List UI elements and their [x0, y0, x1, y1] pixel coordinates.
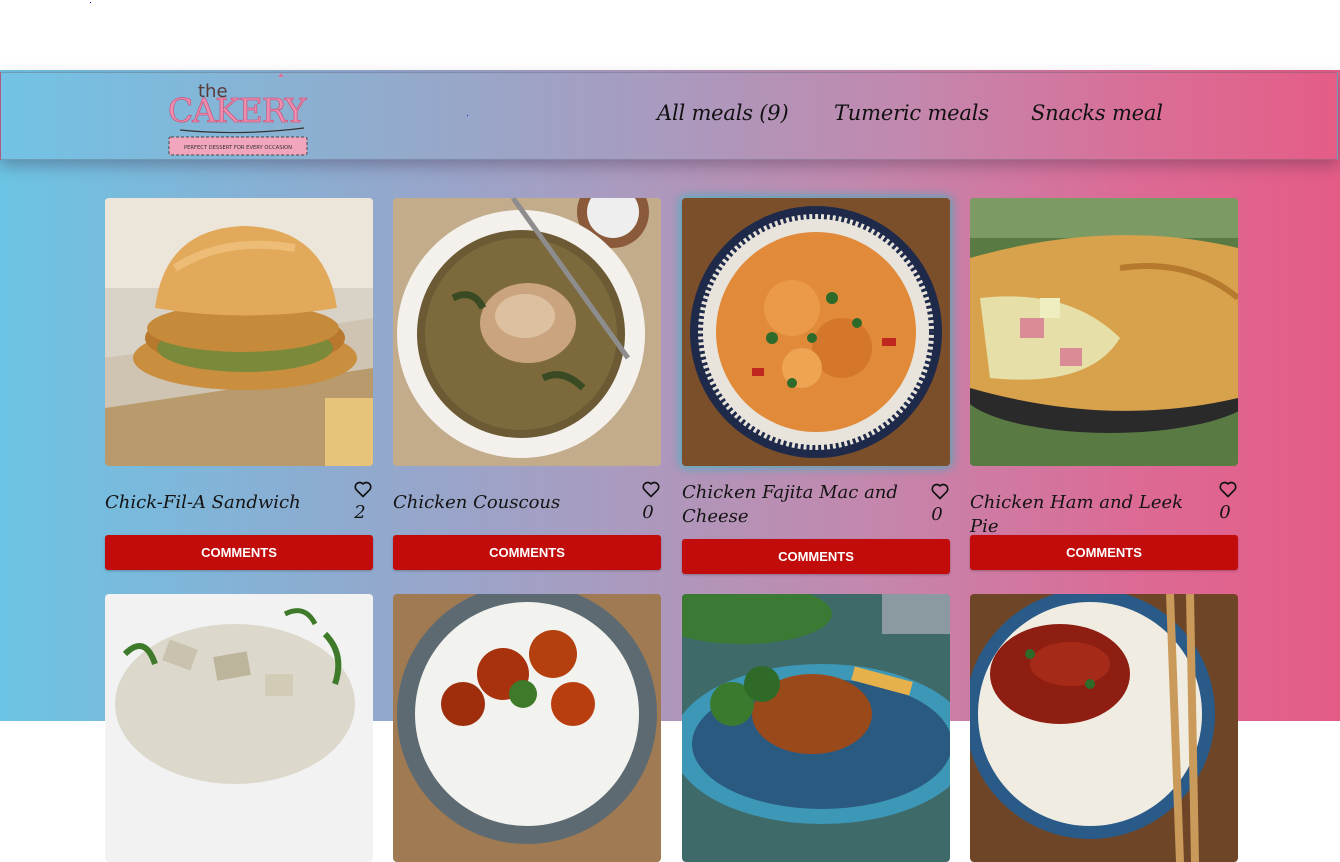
stray-pixel — [90, 2, 91, 3]
comments-button[interactable]: COMMENTS — [970, 535, 1238, 570]
heart-icon[interactable] — [353, 479, 373, 499]
comments-button[interactable]: COMMENTS — [105, 535, 373, 570]
meal-title: Chicken Fajita Mac and Cheese — [682, 482, 898, 527]
meal-card — [105, 594, 373, 862]
heart-icon[interactable] — [930, 481, 950, 501]
meal-card — [393, 594, 661, 862]
nav-snacks-meal[interactable]: Snacks meal — [1031, 101, 1163, 125]
meal-image-fajita-mac-and-cheese[interactable] — [682, 198, 950, 466]
meal-image-chicken-salad[interactable] — [105, 594, 373, 862]
meal-image-chicken-broccoli-plate[interactable] — [682, 594, 950, 862]
like-count: 0 — [1219, 502, 1231, 523]
meal-card — [970, 594, 1238, 862]
meal-card: Chick-Fil-A Sandwich 2 COMMENTS — [105, 198, 373, 570]
main-section: the CAKERY PERFECT DESSERT FOR EVERY OCC… — [0, 70, 1340, 862]
like-count: 0 — [642, 502, 654, 523]
meal-image-glazed-chicken-rice[interactable] — [393, 594, 661, 862]
cakery-logo[interactable]: the CAKERY PERFECT DESSERT FOR EVERY OCC… — [166, 73, 316, 161]
meal-title: Chicken Ham and Leek Pie — [970, 492, 1184, 537]
meal-card: Chicken Ham and Leek Pie 0 COMMENTS — [970, 198, 1238, 570]
comments-button[interactable]: COMMENTS — [393, 535, 661, 570]
like-count: 2 — [354, 502, 366, 523]
like-count: 0 — [931, 504, 943, 525]
nav-all-meals[interactable]: All meals (9) — [657, 101, 789, 125]
meal-card — [682, 594, 950, 862]
stray-pixel — [467, 115, 468, 116]
meal-card: Chicken Fajita Mac and Cheese 0 COMMENTS — [682, 198, 950, 574]
meal-image-ham-leek-pie[interactable] — [970, 198, 1238, 466]
meal-image-chicken-sandwich[interactable] — [105, 198, 373, 466]
site-header: the CAKERY PERFECT DESSERT FOR EVERY OCC… — [0, 72, 1338, 160]
meal-title: Chick-Fil-A Sandwich — [105, 492, 301, 513]
meal-title: Chicken Couscous — [393, 492, 561, 513]
meal-image-chicken-couscous[interactable] — [393, 198, 661, 466]
logo-text-main: CAKERY — [168, 91, 308, 130]
heart-icon[interactable] — [641, 479, 661, 499]
logo-tagline: PERFECT DESSERT FOR EVERY OCCASION — [184, 145, 292, 151]
meal-image-chicken-curry-rice[interactable] — [970, 594, 1238, 862]
meal-card: Chicken Couscous 0 COMMENTS — [393, 198, 661, 570]
heart-icon[interactable] — [1218, 479, 1238, 499]
comments-button[interactable]: COMMENTS — [682, 539, 950, 574]
nav-tumeric-meals[interactable]: Tumeric meals — [834, 101, 989, 125]
